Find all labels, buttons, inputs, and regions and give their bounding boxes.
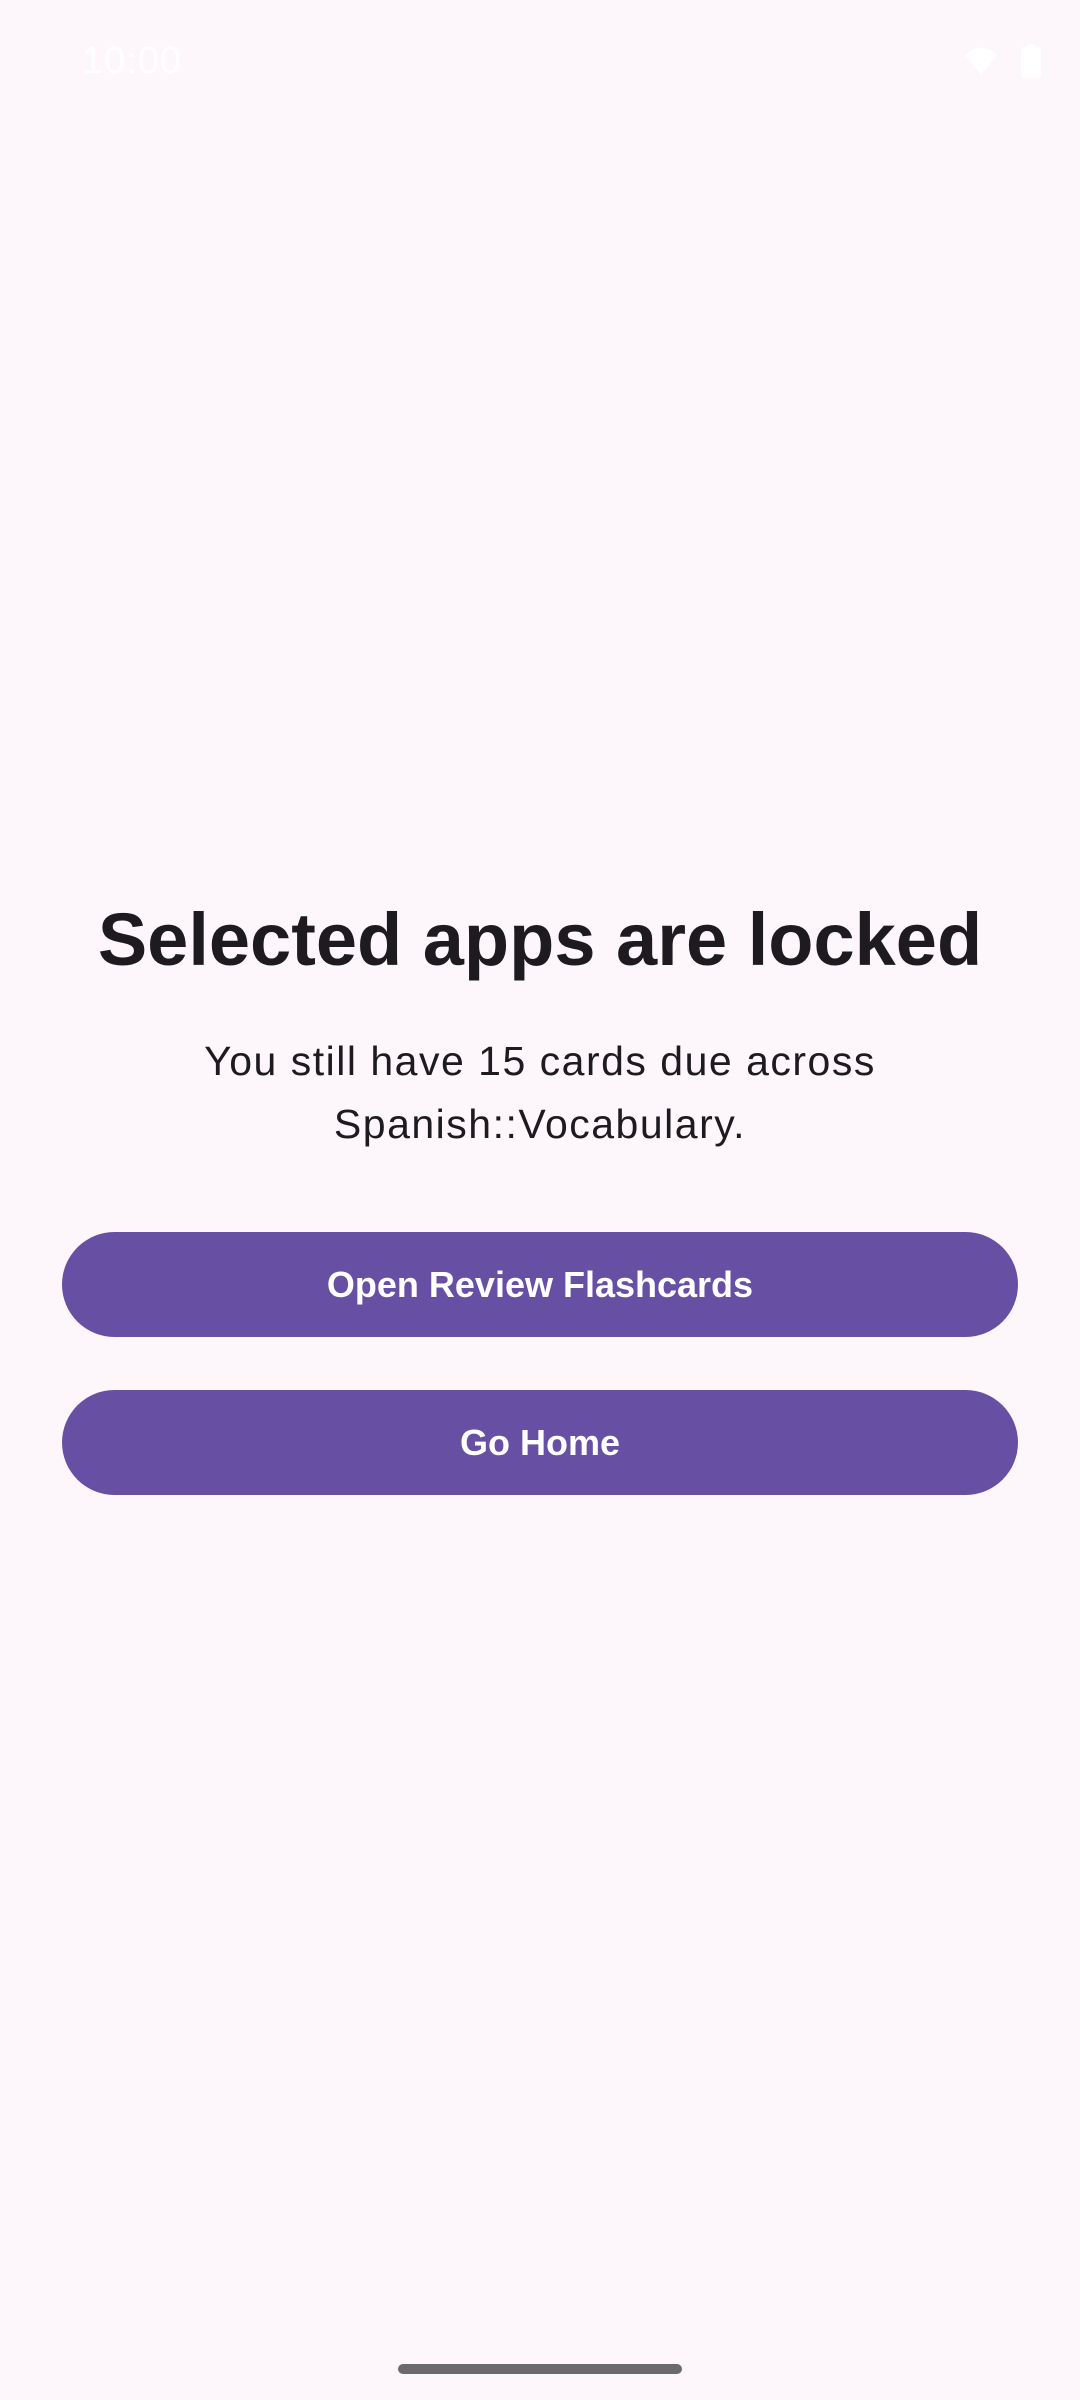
due-cards-message: You still have 15 cards due across Spani… xyxy=(204,1038,876,1147)
open-review-flashcards-button[interactable]: Open Review Flashcards xyxy=(62,1232,1018,1337)
lock-screen: Selected apps are locked You still have … xyxy=(0,0,1080,2400)
gesture-navigation-bar[interactable] xyxy=(398,2364,682,2374)
page-title: Selected apps are locked xyxy=(97,898,983,981)
go-home-button[interactable]: Go Home xyxy=(62,1390,1018,1495)
